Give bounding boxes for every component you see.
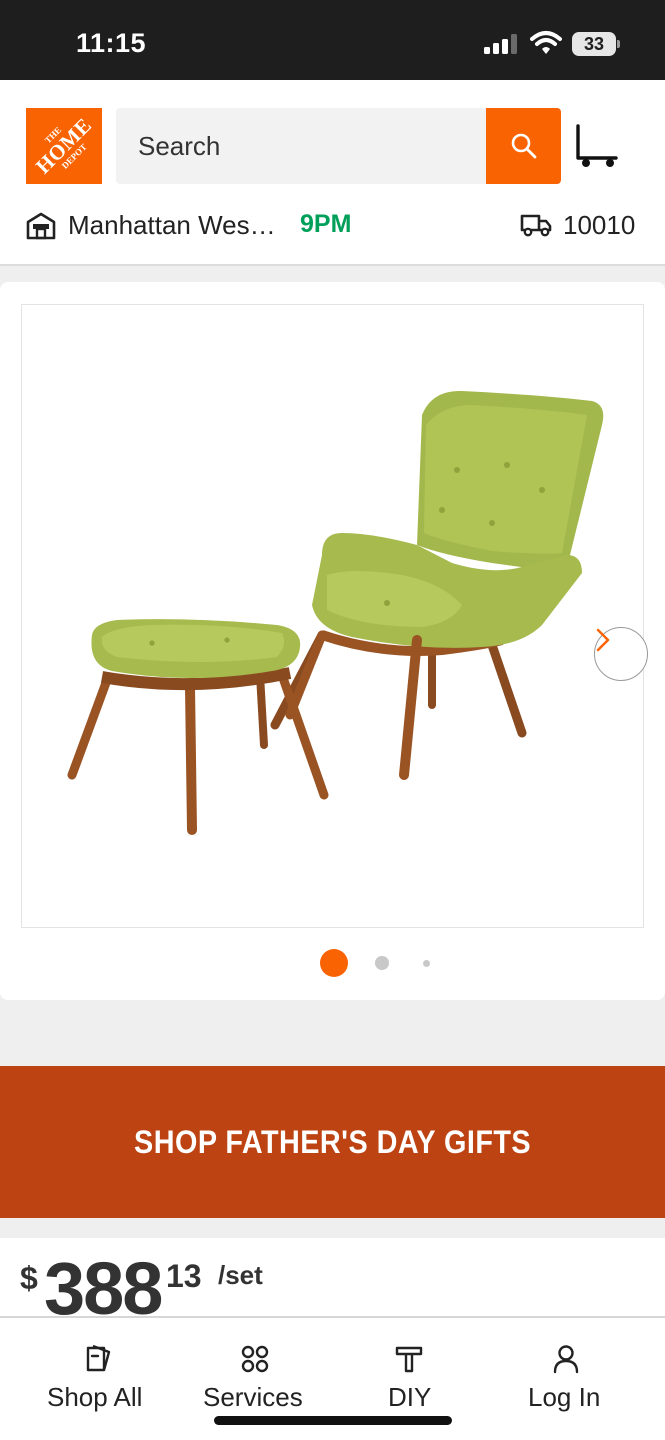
price-cents: 13 bbox=[166, 1258, 202, 1294]
diy-hammer-icon bbox=[395, 1346, 423, 1373]
status-bar: 11:15 33 bbox=[0, 0, 665, 80]
wifi-icon bbox=[530, 31, 562, 54]
product-image[interactable] bbox=[21, 304, 648, 928]
cellular-signal-icon bbox=[484, 34, 517, 54]
app-header: THE HOME DEPOT Manhattan Wes… 9PM bbox=[0, 80, 665, 266]
home-depot-logo[interactable]: THE HOME DEPOT bbox=[26, 108, 102, 184]
lounge-chair-ottoman-illustration bbox=[67, 390, 604, 835]
delivery-truck-icon[interactable] bbox=[520, 212, 552, 238]
search-bar bbox=[116, 108, 561, 184]
price-dollars: 388 bbox=[44, 1247, 163, 1319]
chevron-right-icon bbox=[596, 628, 610, 652]
battery-tip bbox=[617, 40, 620, 48]
search-button[interactable] bbox=[486, 108, 561, 184]
nav-label: Log In bbox=[528, 1382, 601, 1412]
next-image-button[interactable] bbox=[594, 627, 648, 681]
store-hours: 9PM bbox=[300, 210, 352, 238]
product-gallery-card bbox=[0, 282, 665, 1000]
price-section: $ 388 13 /set bbox=[0, 1238, 665, 1318]
pagination-dot[interactable] bbox=[423, 960, 430, 967]
store-name[interactable]: Manhattan Wes… bbox=[68, 210, 276, 241]
gallery-pagination bbox=[0, 948, 665, 978]
battery-level: 33 bbox=[572, 32, 616, 56]
logo-text: THE HOME DEPOT bbox=[30, 112, 97, 179]
nav-label: Shop All bbox=[47, 1382, 143, 1412]
home-indicator[interactable] bbox=[214, 1416, 452, 1425]
nav-label: Services bbox=[203, 1382, 303, 1412]
banner-text: SHOP FATHER'S DAY GIFTS bbox=[133, 1123, 532, 1160]
cart-icon[interactable] bbox=[574, 124, 620, 168]
user-icon bbox=[553, 1345, 579, 1374]
price-unit: /set bbox=[218, 1260, 263, 1290]
delivery-zip-code[interactable]: 10010 bbox=[563, 210, 635, 241]
status-time: 11:15 bbox=[76, 28, 147, 58]
store-delivery-row: Manhattan Wes… 9PM 10010 bbox=[0, 200, 665, 250]
fathers-day-banner[interactable]: SHOP FATHER'S DAY GIFTS bbox=[0, 1066, 665, 1218]
search-icon bbox=[511, 133, 536, 159]
search-input[interactable] bbox=[116, 108, 486, 184]
services-icon bbox=[241, 1345, 269, 1373]
pagination-dot-active[interactable] bbox=[320, 949, 348, 977]
nav-log-in[interactable]: Log In bbox=[500, 1318, 640, 1440]
shop-all-icon bbox=[86, 1344, 111, 1372]
pagination-dot[interactable] bbox=[375, 956, 389, 970]
store-icon[interactable] bbox=[26, 212, 56, 240]
nav-shop-all[interactable]: Shop All bbox=[0, 1318, 196, 1440]
price-currency: $ bbox=[20, 1260, 38, 1296]
nav-label: DIY bbox=[388, 1382, 432, 1412]
